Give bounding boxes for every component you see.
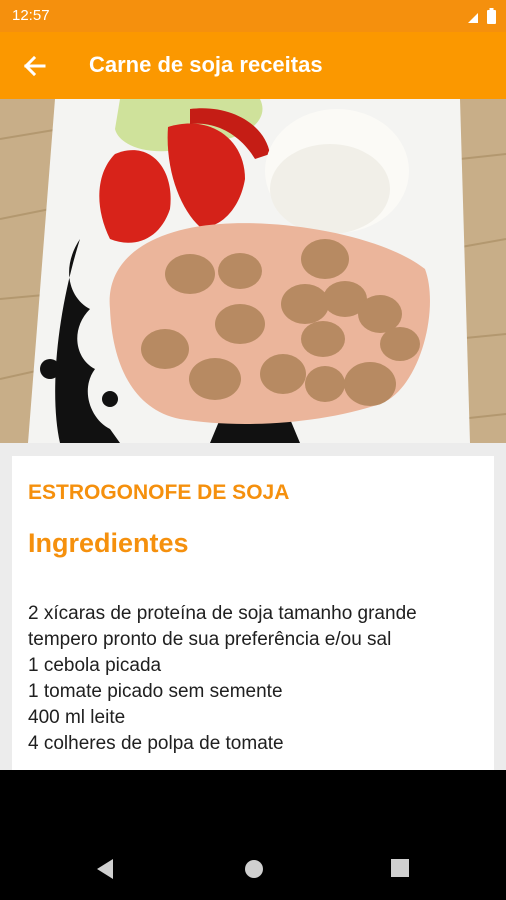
battery-icon [487, 8, 496, 24]
home-circle-icon [245, 860, 263, 878]
nav-home-button[interactable] [243, 858, 265, 885]
back-button[interactable] [20, 52, 50, 80]
nav-back-button[interactable] [95, 858, 115, 885]
back-triangle-icon [97, 859, 113, 879]
status-time: 12:57 [12, 7, 50, 24]
status-icons [467, 8, 496, 24]
recipe-card: ESTROGONOFE DE SOJA Ingredientes 2 xícar… [12, 456, 494, 770]
ingredient-item: 2 xícaras de proteína de soja tamanho gr… [28, 603, 417, 624]
recipe-photo [0, 99, 506, 443]
recents-square-icon [391, 859, 409, 877]
ingredient-item: tempero pronto de sua preferência e/ou s… [28, 629, 392, 650]
ingredient-item: 400 ml leite [28, 707, 126, 728]
ingredient-item: 1 cebola picada [28, 655, 162, 676]
page-title: Carne de soja receitas [89, 52, 323, 77]
arrow-back-icon [23, 55, 46, 77]
wifi-icon [468, 13, 478, 23]
app-bar: Carne de soja receitas [0, 32, 506, 99]
nav-recents-button[interactable] [390, 858, 410, 883]
status-bar: 12:57 [0, 0, 506, 32]
ingredient-item: 1 tomate picado sem semente [28, 681, 283, 702]
ingredient-list: 2 xícaras de proteína de soja tamanho gr… [28, 601, 417, 757]
recipe-name: ESTROGONOFE DE SOJA [28, 481, 290, 504]
ingredient-item: 4 colheres de polpa de tomate [28, 733, 284, 754]
section-title-ingredients: Ingredientes [28, 528, 189, 558]
